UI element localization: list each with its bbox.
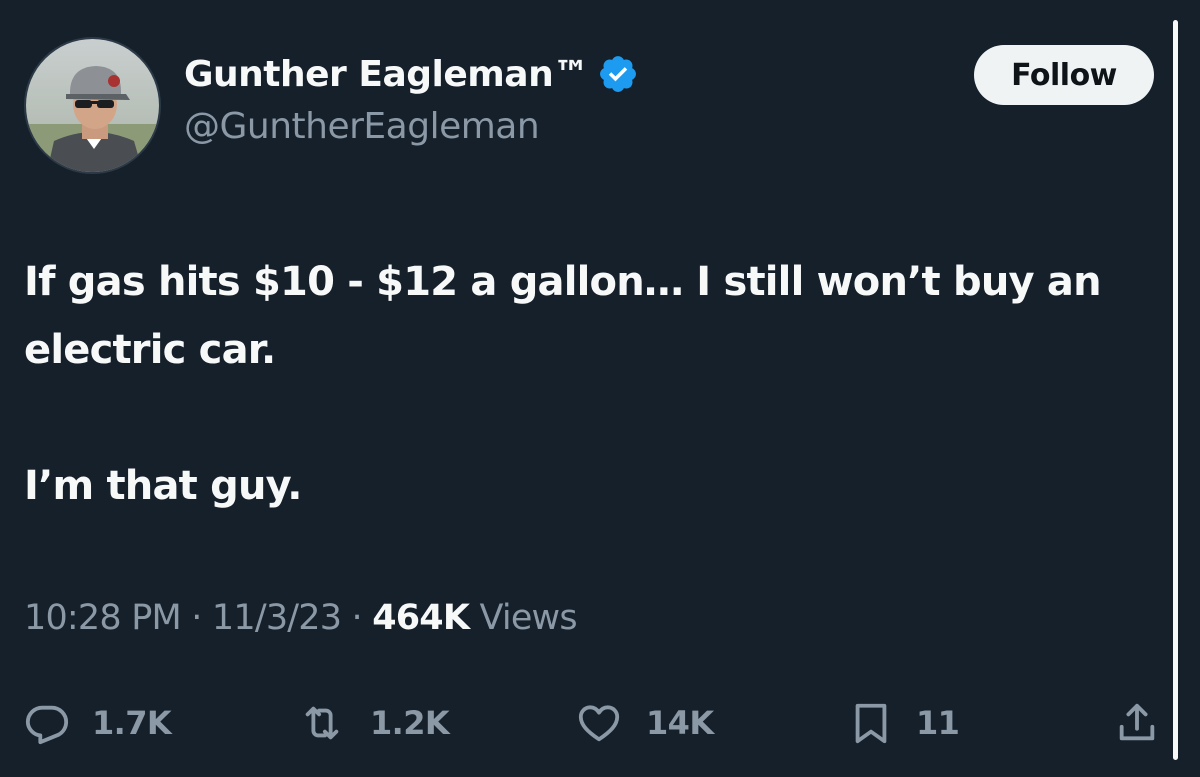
views-count: 464K xyxy=(372,598,470,638)
retweet-icon xyxy=(296,700,348,746)
verified-badge-icon[interactable] xyxy=(597,53,639,95)
tweet: Gunther Eagleman™ @GuntherEagleman Follo… xyxy=(0,0,1200,777)
bookmark-icon xyxy=(848,698,894,748)
tweet-text: If gas hits $10 - $12 a gallon… I still … xyxy=(24,248,1164,520)
tweet-line: If gas hits $10 - $12 a gallon… I still … xyxy=(24,259,1102,373)
like-button[interactable]: 14K xyxy=(574,695,714,751)
like-count: 14K xyxy=(646,704,714,742)
reply-button[interactable]: 1.7K xyxy=(24,695,172,751)
tweet-line: I’m that guy. xyxy=(24,463,302,509)
meta-separator: · xyxy=(351,598,363,638)
retweet-count: 1.2K xyxy=(370,704,450,742)
display-name[interactable]: Gunther Eagleman™ xyxy=(184,54,589,95)
scrollbar[interactable] xyxy=(1173,20,1178,760)
reply-count: 1.7K xyxy=(92,704,172,742)
retweet-button[interactable]: 1.2K xyxy=(296,695,450,751)
user-handle[interactable]: @GuntherEagleman xyxy=(184,106,540,147)
name-row: Gunther Eagleman™ xyxy=(184,44,639,104)
tweet-time[interactable]: 10:28 PM xyxy=(24,598,182,638)
meta-separator: · xyxy=(191,598,202,638)
follow-button[interactable]: Follow xyxy=(974,45,1154,105)
views-label: Views xyxy=(479,598,578,638)
bookmark-button[interactable]: 11 xyxy=(848,695,960,751)
reply-icon xyxy=(24,700,70,746)
tweet-meta: 10:28 PM · 11/3/23 · 464K Views xyxy=(24,598,578,638)
heart-icon xyxy=(574,700,624,746)
avatar[interactable] xyxy=(24,37,161,174)
share-button[interactable] xyxy=(1114,695,1160,751)
share-icon xyxy=(1114,698,1160,748)
bookmark-count: 11 xyxy=(916,704,960,742)
tweet-line-break xyxy=(24,384,1164,452)
avatar-photo xyxy=(26,39,159,172)
action-bar: 1.7K 1.2K 14K 11 xyxy=(24,695,1174,751)
tweet-date[interactable]: 11/3/23 xyxy=(212,598,342,638)
